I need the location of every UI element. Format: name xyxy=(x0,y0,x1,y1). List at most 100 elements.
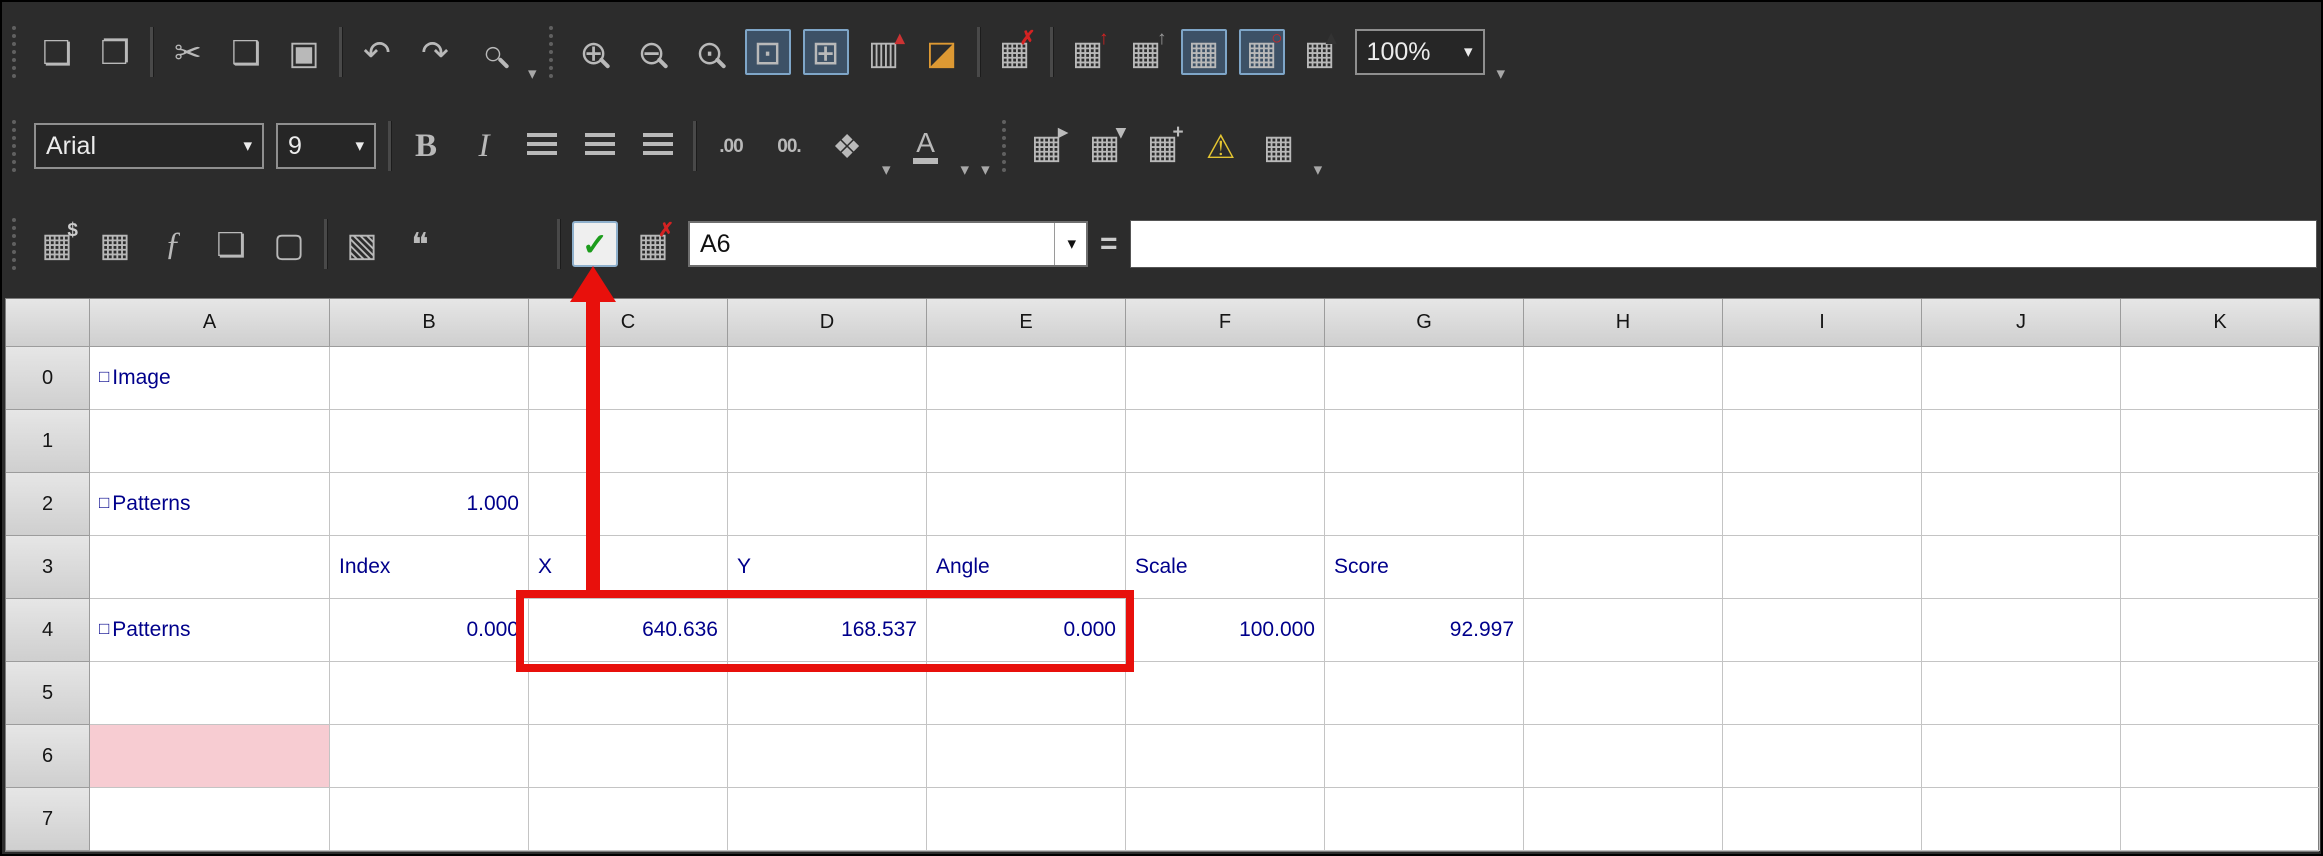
cell-K0[interactable] xyxy=(2121,347,2320,410)
cell-H6[interactable] xyxy=(1524,725,1723,788)
cell-B1[interactable] xyxy=(330,410,529,473)
cell-G6[interactable] xyxy=(1325,725,1524,788)
insert-cells-down-icon[interactable]: ▦▾ xyxy=(1082,123,1128,169)
font-color-caret-icon[interactable]: ▾ xyxy=(961,160,970,190)
cell-A2[interactable]: □Patterns xyxy=(90,473,330,536)
cell-H3[interactable] xyxy=(1524,536,1723,599)
cell-A7[interactable] xyxy=(90,788,330,851)
row-header-5[interactable]: 5 xyxy=(6,662,90,725)
cell-I3[interactable] xyxy=(1723,536,1922,599)
cell-K1[interactable] xyxy=(2121,410,2320,473)
italic-button[interactable]: I xyxy=(461,123,507,169)
cell-A4[interactable]: □Patterns xyxy=(90,599,330,662)
cell-D0[interactable] xyxy=(728,347,927,410)
image-icon[interactable]: ◪ xyxy=(919,29,965,75)
toolbar1-drag-handle[interactable] xyxy=(12,26,22,78)
cell-G0[interactable] xyxy=(1325,347,1524,410)
cell-C1[interactable] xyxy=(529,410,728,473)
copy-icon[interactable]: ❑ xyxy=(223,29,269,75)
cell-H4[interactable] xyxy=(1524,599,1723,662)
cell-G3[interactable]: Score xyxy=(1325,536,1524,599)
cell-I5[interactable] xyxy=(1723,662,1922,725)
cell-K4[interactable] xyxy=(2121,599,2320,662)
column-header-E[interactable]: E xyxy=(927,299,1126,347)
cell-D2[interactable] xyxy=(728,473,927,536)
redo-icon[interactable]: ↷ xyxy=(412,29,458,75)
row-header-1[interactable]: 1 xyxy=(6,410,90,473)
cell-B3[interactable]: Index xyxy=(330,536,529,599)
select-region-icon[interactable]: ▢ xyxy=(266,221,312,267)
cell-C0[interactable] xyxy=(529,347,728,410)
cell-reference-select[interactable]: A6▾ xyxy=(688,221,1088,267)
cell-F5[interactable] xyxy=(1126,662,1325,725)
cell-J3[interactable] xyxy=(1922,536,2121,599)
cell-J1[interactable] xyxy=(1922,410,2121,473)
row-header-4[interactable]: 4 xyxy=(6,599,90,662)
cell-A3[interactable] xyxy=(90,536,330,599)
cell-I2[interactable] xyxy=(1723,473,1922,536)
cell-F7[interactable] xyxy=(1126,788,1325,851)
zoom-fit-icon[interactable]: ⊡ xyxy=(745,29,791,75)
align-right-icon[interactable] xyxy=(635,123,681,169)
cell-graphic-icon[interactable]: ▦ xyxy=(92,221,138,267)
cell-B5[interactable] xyxy=(330,662,529,725)
column-header-B[interactable]: B xyxy=(330,299,529,347)
error-list-icon[interactable]: ⚠ xyxy=(1198,123,1244,169)
cell-A5[interactable] xyxy=(90,662,330,725)
discard-changes-button[interactable]: ▦✗ xyxy=(630,221,676,267)
zoom-actual-icon[interactable]: ⊙ xyxy=(687,29,733,75)
format-painter-icon[interactable]: ❖ xyxy=(824,123,870,169)
cell-I1[interactable] xyxy=(1723,410,1922,473)
format-painter-caret-icon[interactable]: ▾ xyxy=(882,160,891,190)
column-header-I[interactable]: I xyxy=(1723,299,1922,347)
live-video-off-icon[interactable]: ▦✗ xyxy=(992,29,1038,75)
insert-row-icon[interactable]: ▦↑ xyxy=(1065,29,1111,75)
chevron-down-icon[interactable]: ▾ xyxy=(1464,42,1473,62)
format-cells-icon[interactable]: ▦$ xyxy=(34,221,80,267)
cell-I7[interactable] xyxy=(1723,788,1922,851)
cell-J0[interactable] xyxy=(1922,347,2121,410)
cell-J4[interactable] xyxy=(1922,599,2121,662)
open-job-icon[interactable]: ❏ xyxy=(34,29,80,75)
cell-D6[interactable] xyxy=(728,725,927,788)
cell-F0[interactable] xyxy=(1126,347,1325,410)
cell-A1[interactable] xyxy=(90,410,330,473)
cell-C7[interactable] xyxy=(529,788,728,851)
undo-icon[interactable]: ↶ xyxy=(354,29,400,75)
align-center-icon[interactable] xyxy=(577,123,623,169)
row-header-3[interactable]: 3 xyxy=(6,536,90,599)
cut-icon[interactable]: ✂ xyxy=(165,29,211,75)
structure-group-drag-handle[interactable] xyxy=(1002,120,1012,172)
toolbar2-overflow-caret-icon[interactable]: ▾ xyxy=(981,160,990,190)
cell-K3[interactable] xyxy=(2121,536,2320,599)
chevron-down-icon[interactable]: ▾ xyxy=(1054,223,1076,265)
column-header-H[interactable]: H xyxy=(1524,299,1723,347)
cell-F6[interactable] xyxy=(1126,725,1325,788)
grid-corner[interactable] xyxy=(6,299,90,347)
cell-G5[interactable] xyxy=(1325,662,1524,725)
row-header-7[interactable]: 7 xyxy=(6,788,90,851)
row-header-2[interactable]: 2 xyxy=(6,473,90,536)
chevron-down-icon[interactable]: ▾ xyxy=(243,136,252,156)
cell-H7[interactable] xyxy=(1524,788,1723,851)
cell-I4[interactable] xyxy=(1723,599,1922,662)
zoom-region-icon[interactable]: ⊞ xyxy=(803,29,849,75)
column-header-D[interactable]: D xyxy=(728,299,927,347)
font-name-select[interactable]: Arial▾ xyxy=(34,123,264,169)
cell-E7[interactable] xyxy=(927,788,1126,851)
row-header-6[interactable]: 6 xyxy=(6,725,90,788)
insert-snippet-icon[interactable]: ❏ xyxy=(208,221,254,267)
toolbar1-overflow-caret-icon[interactable]: ▾ xyxy=(1497,64,1506,94)
show-grid-icon[interactable]: ▦ xyxy=(1181,29,1227,75)
cell-E0[interactable] xyxy=(927,347,1126,410)
cell-E2[interactable] xyxy=(927,473,1126,536)
row-header-0[interactable]: 0 xyxy=(6,347,90,410)
cell-B0[interactable] xyxy=(330,347,529,410)
formula-input[interactable] xyxy=(1130,220,2317,268)
structure-overflow-caret-icon[interactable]: ▾ xyxy=(1314,160,1323,190)
cell-D7[interactable] xyxy=(728,788,927,851)
column-header-F[interactable]: F xyxy=(1126,299,1325,347)
cell-D1[interactable] xyxy=(728,410,927,473)
toolbar3-drag-handle[interactable] xyxy=(12,218,22,270)
toolbar2-drag-handle[interactable] xyxy=(12,120,22,172)
